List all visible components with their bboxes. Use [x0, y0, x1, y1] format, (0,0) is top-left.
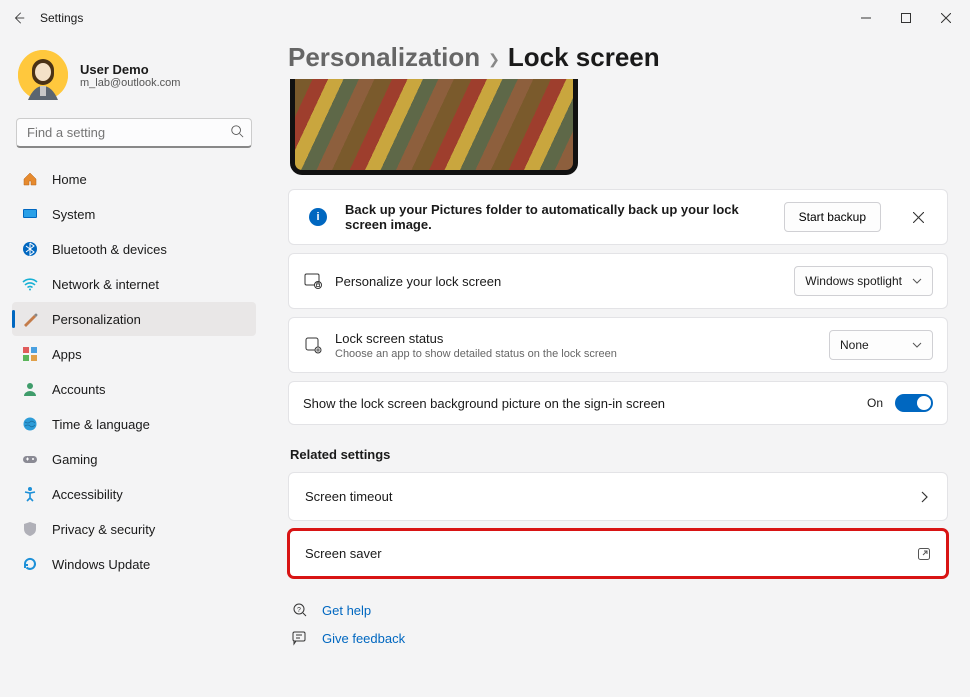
apps-icon: [22, 346, 38, 362]
nav-label: System: [52, 207, 95, 222]
minimize-icon: [861, 13, 871, 23]
nav-label: Gaming: [52, 452, 98, 467]
bluetooth-icon: [22, 241, 38, 257]
signin-picture-label: Show the lock screen background picture …: [303, 396, 665, 411]
nav-label: Bluetooth & devices: [52, 242, 167, 257]
breadcrumb-parent[interactable]: Personalization: [288, 42, 480, 73]
chevron-down-icon: [912, 340, 922, 350]
help-icon: ?: [290, 602, 310, 618]
breadcrumb-current: Lock screen: [508, 42, 660, 73]
paint-icon: [22, 311, 38, 327]
back-button[interactable]: [4, 11, 34, 25]
main-content: Personalization ❯ Lock screen i Back up …: [268, 36, 970, 697]
nav-label: Privacy & security: [52, 522, 155, 537]
info-icon: i: [309, 208, 327, 226]
minimize-button[interactable]: [846, 3, 886, 33]
open-external-icon: [917, 547, 931, 561]
toggle-state: On: [867, 396, 883, 410]
maximize-icon: [901, 13, 911, 23]
shield-icon: [22, 521, 38, 537]
start-backup-button[interactable]: Start backup: [784, 202, 881, 232]
give-feedback-row[interactable]: Give feedback: [288, 624, 948, 652]
nav-network[interactable]: Network & internet: [12, 267, 256, 301]
nav-gaming[interactable]: Gaming: [12, 442, 256, 476]
accessibility-icon: [22, 486, 38, 502]
close-button[interactable]: [926, 3, 966, 33]
nav-home[interactable]: Home: [12, 162, 256, 196]
title-bar: Settings: [0, 0, 970, 36]
update-icon: [22, 556, 38, 572]
lock-screen-preview: [290, 79, 578, 175]
chevron-right-icon: [919, 491, 931, 503]
screen-timeout-row[interactable]: Screen timeout: [288, 472, 948, 521]
chevron-down-icon: [912, 276, 922, 286]
row-label: Screen timeout: [305, 489, 392, 504]
home-icon: [22, 171, 38, 187]
status-app-icon: [303, 336, 323, 354]
gamepad-icon: [22, 451, 38, 467]
signin-picture-toggle[interactable]: [895, 394, 933, 412]
close-icon: [913, 212, 924, 223]
breadcrumb: Personalization ❯ Lock screen: [288, 42, 948, 73]
user-email: m_lab@outlook.com: [80, 77, 180, 89]
backup-banner: i Back up your Pictures folder to automa…: [288, 189, 948, 245]
image-lock-icon: [303, 272, 323, 290]
avatar: [18, 50, 68, 100]
nav-accessibility[interactable]: Accessibility: [12, 477, 256, 511]
person-icon: [22, 381, 38, 397]
wifi-icon: [22, 276, 38, 292]
search-container: [16, 118, 252, 148]
search-icon: [230, 124, 244, 141]
nav-system[interactable]: System: [12, 197, 256, 231]
nav-accounts[interactable]: Accounts: [12, 372, 256, 406]
status-dropdown[interactable]: None: [829, 330, 933, 360]
dismiss-banner-button[interactable]: [903, 212, 933, 223]
nav-apps[interactable]: Apps: [12, 337, 256, 371]
feedback-icon: [290, 630, 310, 646]
status-row: Lock screen status Choose an app to show…: [288, 317, 948, 373]
nav-bluetooth[interactable]: Bluetooth & devices: [12, 232, 256, 266]
give-feedback-link: Give feedback: [322, 631, 405, 646]
status-title: Lock screen status: [335, 331, 617, 346]
nav-label: Personalization: [52, 312, 141, 327]
chevron-right-icon: ❯: [488, 51, 500, 68]
nav-label: Windows Update: [52, 557, 150, 572]
dropdown-value: None: [840, 338, 869, 352]
globe-icon: [22, 416, 38, 432]
status-subtitle: Choose an app to show detailed status on…: [335, 348, 617, 360]
avatar-icon: [18, 50, 68, 100]
arrow-left-icon: [12, 11, 26, 25]
app-title: Settings: [40, 11, 83, 25]
nav-personalization[interactable]: Personalization: [12, 302, 256, 336]
nav-label: Home: [52, 172, 87, 187]
screen-saver-row[interactable]: Screen saver: [288, 529, 948, 578]
close-icon: [941, 13, 951, 23]
row-label: Screen saver: [305, 546, 382, 561]
personalize-dropdown[interactable]: Windows spotlight: [794, 266, 933, 296]
account-header[interactable]: User Demo m_lab@outlook.com: [12, 44, 256, 114]
dropdown-value: Windows spotlight: [805, 274, 902, 288]
personalize-row: Personalize your lock screen Windows spo…: [288, 253, 948, 309]
signin-picture-row: Show the lock screen background picture …: [288, 381, 948, 425]
related-settings-header: Related settings: [290, 447, 948, 462]
nav-label: Apps: [52, 347, 82, 362]
svg-text:?: ?: [297, 607, 301, 614]
nav-time[interactable]: Time & language: [12, 407, 256, 441]
nav-update[interactable]: Windows Update: [12, 547, 256, 581]
maximize-button[interactable]: [886, 3, 926, 33]
nav-privacy[interactable]: Privacy & security: [12, 512, 256, 546]
nav-label: Accessibility: [52, 487, 123, 502]
search-input[interactable]: [16, 118, 252, 148]
system-icon: [22, 206, 38, 222]
nav-label: Time & language: [52, 417, 150, 432]
user-name: User Demo: [80, 62, 180, 77]
nav-label: Accounts: [52, 382, 105, 397]
nav: Home System Bluetooth & devices Network …: [12, 162, 256, 581]
nav-label: Network & internet: [52, 277, 159, 292]
sidebar: User Demo m_lab@outlook.com Home System …: [0, 36, 268, 697]
personalize-label: Personalize your lock screen: [335, 274, 501, 289]
backup-message: Back up your Pictures folder to automati…: [345, 202, 772, 232]
get-help-link: Get help: [322, 603, 371, 618]
get-help-row[interactable]: ? Get help: [288, 596, 948, 624]
